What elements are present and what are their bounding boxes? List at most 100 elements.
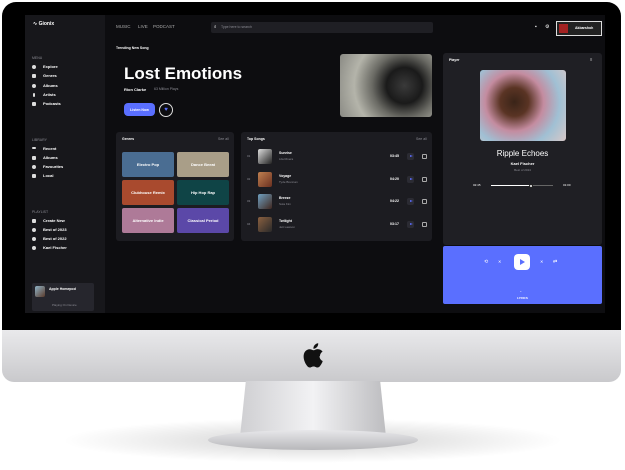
- sidebar-item-local[interactable]: Local: [43, 174, 53, 178]
- song-play-button[interactable]: [407, 198, 414, 205]
- search-input[interactable]: ⌕ Type here to search: [211, 22, 433, 33]
- user-name: Akbarshoh: [575, 26, 594, 30]
- top-songs-title: Top Songs: [247, 137, 265, 141]
- gear-icon[interactable]: ⚙: [545, 25, 549, 30]
- top-songs-see-all-link[interactable]: See all: [416, 137, 427, 142]
- favorite-heart-button[interactable]: ♥: [159, 103, 173, 117]
- playlist-icon: [32, 237, 36, 241]
- previous-icon[interactable]: ✕: [498, 260, 501, 264]
- genre-tile[interactable]: Classical Period: [177, 208, 229, 233]
- device-avatar: [35, 286, 45, 297]
- player-album-art: [480, 70, 566, 141]
- menu-heading: MENU: [32, 56, 43, 60]
- add-icon[interactable]: [422, 221, 427, 227]
- genres-title: Genres: [122, 137, 135, 141]
- player-panel: Player ≡ Ripple Echoes Kael Fischer Best…: [443, 53, 602, 245]
- repeat-icon[interactable]: ⟲: [484, 260, 488, 265]
- genres-panel: Genres See all Electro Pop Dance Beeat Clu…: [116, 132, 234, 241]
- sidebar-item-best-2022[interactable]: Best of 2022: [43, 237, 67, 241]
- player-album: Best of 2024: [514, 168, 531, 172]
- bell-icon[interactable]: ▪: [535, 25, 537, 30]
- genre-tile[interactable]: Hip Hop Rap: [177, 180, 229, 205]
- song-play-button[interactable]: [407, 220, 414, 228]
- song-artist: Sola Kim: [279, 202, 292, 206]
- song-number: 03: [247, 199, 251, 203]
- song-thumbnail: [258, 171, 272, 187]
- progress-thumb[interactable]: [529, 183, 534, 188]
- sidebar-item-genres[interactable]: Genres: [43, 74, 57, 78]
- sidebar-item-favourites[interactable]: Favourites: [43, 165, 63, 169]
- device-card[interactable]: Apple Homepod Playing On Device: [32, 283, 94, 311]
- next-icon[interactable]: ✕: [540, 260, 543, 264]
- song-title: Twilight: [279, 218, 292, 223]
- play-icon: [520, 258, 525, 265]
- player-controls: ⟲ ✕ ✕ ⇄ ^ LYRICS: [443, 246, 602, 304]
- nav-podcast[interactable]: PODCAST: [153, 24, 175, 30]
- sidebar-item-kael-fischer[interactable]: Kael Fischer: [43, 246, 67, 250]
- genre-tile[interactable]: Clubhouse Remix: [122, 180, 174, 205]
- sidebar-item-recent[interactable]: Recent: [43, 147, 56, 151]
- explore-icon: [32, 65, 36, 69]
- monitor-stand: [240, 381, 386, 437]
- song-duration: 03:45: [390, 154, 399, 158]
- search-icon: ⌕: [214, 24, 217, 29]
- hero-artist[interactable]: Rion Clarke: [124, 88, 146, 92]
- song-artist: Jett Lawson: [279, 224, 296, 229]
- song-title: Voyage: [279, 173, 292, 178]
- genres-see-all-link[interactable]: See all: [218, 137, 229, 142]
- hero-title: Lost Emotions: [124, 64, 243, 83]
- playlist-icon: [32, 228, 36, 232]
- library-heading: LIBRARY: [32, 138, 47, 142]
- nav-live[interactable]: LIVE: [138, 24, 148, 30]
- genre-tile[interactable]: Alternative Indie: [122, 208, 174, 233]
- sidebar-item-best-2023[interactable]: Best of 2023: [43, 228, 67, 232]
- genre-tile[interactable]: Electro Pop: [122, 152, 174, 177]
- player-song-title: Ripple Echoes: [496, 149, 549, 158]
- menu-icon[interactable]: ≡: [590, 58, 592, 62]
- listen-now-button[interactable]: Listen Now: [124, 103, 155, 116]
- song-thumbnail: [258, 149, 272, 164]
- add-icon[interactable]: [422, 176, 427, 182]
- nav-music[interactable]: MUSIC: [116, 24, 131, 30]
- add-icon[interactable]: [422, 199, 427, 204]
- song-duration: 03:17: [390, 221, 399, 226]
- playlist-heading: PLAYLIST: [32, 210, 49, 214]
- song-title: Breeze: [279, 196, 291, 200]
- search-placeholder: Type here to search: [221, 25, 252, 29]
- sidebar-item-podcasts[interactable]: Podcasts: [43, 102, 61, 106]
- logo[interactable]: ∿ Gionix: [33, 22, 54, 27]
- genres-icon: [32, 74, 36, 78]
- heart-icon: [32, 165, 36, 169]
- genre-tile[interactable]: Dance Beeat: [177, 152, 229, 177]
- lyrics-button[interactable]: LYRICS: [443, 297, 602, 300]
- hero-album-art: [340, 54, 432, 117]
- sidebar-item-create-new[interactable]: Create New: [43, 219, 65, 223]
- chevron-up-icon[interactable]: ^: [520, 291, 521, 294]
- player-artist: Kael Fischer: [510, 161, 535, 166]
- recent-icon: [32, 147, 36, 149]
- sidebar-item-explore[interactable]: Explore: [43, 65, 58, 69]
- sidebar-item-library-albums[interactable]: Albums: [43, 156, 58, 160]
- shuffle-icon[interactable]: ⇄: [553, 260, 557, 265]
- user-profile-button[interactable]: Akbarshoh: [556, 21, 602, 36]
- song-play-button[interactable]: [407, 153, 414, 160]
- playlist-icon: [32, 246, 36, 250]
- add-icon[interactable]: [422, 154, 427, 159]
- song-thumbnail: [258, 216, 272, 232]
- monitor-chin: [2, 330, 621, 382]
- song-play-button[interactable]: [407, 175, 414, 183]
- app-name: Gionix: [38, 21, 55, 27]
- progress-slider[interactable]: [491, 183, 553, 188]
- albums-icon: [32, 84, 36, 88]
- player-title: Player: [449, 58, 460, 62]
- play-button[interactable]: [514, 254, 530, 270]
- progress-fill: [491, 185, 532, 186]
- sidebar-item-albums[interactable]: Albums: [43, 84, 58, 88]
- song-duration: 04:22: [390, 199, 399, 203]
- elapsed-time: 02:45: [473, 183, 481, 187]
- song-thumbnail: [258, 194, 272, 209]
- folder-icon: [32, 174, 36, 178]
- device-name: Apple Homepod: [49, 287, 76, 291]
- sidebar-item-artists[interactable]: Artists: [43, 93, 56, 97]
- song-number: 01: [247, 154, 251, 158]
